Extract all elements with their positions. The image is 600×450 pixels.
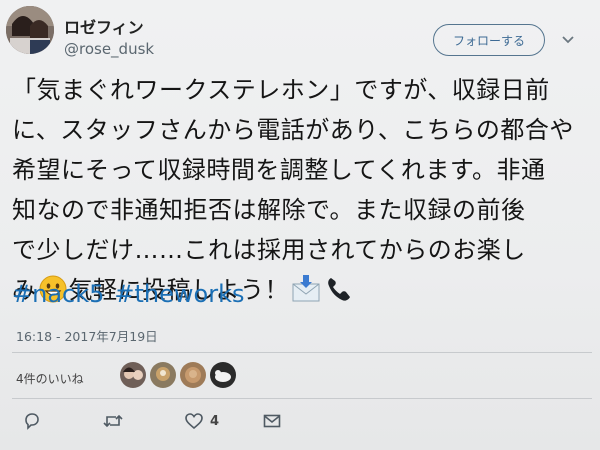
liker-avatar-1[interactable]: [120, 362, 146, 388]
liker-avatar-2[interactable]: [150, 362, 176, 388]
hashtag-list: #nack5 #theworks: [12, 280, 254, 308]
chevron-down-icon[interactable]: [560, 32, 576, 48]
tweet-text: 「気まぐれワークステレホン」ですが、収録日前 に、スタッフさんから電話があり、こ…: [12, 70, 592, 315]
tweet-timestamp[interactable]: 16:18 - 2017年7月19日: [16, 326, 158, 345]
tweet-card: ロゼフィン @rose_dusk フォローする 「気まぐれワークステレホン」です…: [0, 0, 600, 450]
like-button[interactable]: 4: [184, 408, 219, 434]
tweet-line: 希望にそって収録時間を調整してくれます。非通: [12, 156, 546, 184]
hashtag-link[interactable]: #nack5: [12, 280, 104, 308]
likes-count-label[interactable]: 4件のいいね: [16, 370, 84, 387]
divider: [12, 398, 592, 399]
tweet-line: に、スタッフさんから電話があり、こちらの都合や: [12, 116, 574, 144]
display-name[interactable]: ロゼフィン: [64, 14, 144, 38]
retweet-icon[interactable]: [102, 408, 124, 434]
reply-icon[interactable]: [22, 408, 42, 434]
hashtag-link[interactable]: #theworks: [114, 280, 244, 308]
envelope-icon[interactable]: [262, 408, 282, 434]
tweet-line: 「気まぐれワークステレホン」ですが、収録日前: [12, 76, 550, 104]
heart-icon[interactable]: [184, 411, 204, 431]
incoming-envelope-icon: [291, 275, 321, 315]
telephone-receiver-icon: [325, 275, 353, 315]
liker-avatar-3[interactable]: [180, 362, 206, 388]
user-avatar-icon[interactable]: [6, 6, 54, 54]
liker-avatar-4[interactable]: [210, 362, 236, 388]
tweet-line: で少しだけ……これは採用されてからのお楽し: [12, 236, 526, 264]
tweet-line: 知なので非通知拒否は解除で。また収録の前後: [12, 196, 526, 224]
like-count: 4: [210, 413, 220, 429]
divider: [12, 352, 592, 353]
user-handle[interactable]: @rose_dusk: [64, 40, 154, 58]
follow-button[interactable]: フォローする: [433, 24, 545, 56]
